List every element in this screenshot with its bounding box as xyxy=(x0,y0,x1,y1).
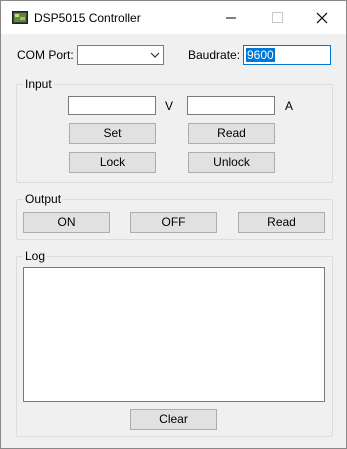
baudrate-field[interactable]: 9600 xyxy=(243,45,331,65)
log-textarea[interactable] xyxy=(23,267,325,402)
minimize-icon xyxy=(226,17,236,19)
baudrate-value: 9600 xyxy=(246,48,275,62)
set-button[interactable]: Set xyxy=(69,123,156,144)
com-port-label: COM Port: xyxy=(17,48,74,62)
com-port-dropdown[interactable] xyxy=(77,45,164,65)
clear-button[interactable]: Clear xyxy=(130,409,217,430)
maximize-icon xyxy=(272,12,283,23)
close-icon xyxy=(316,12,328,24)
current-input[interactable] xyxy=(187,96,275,115)
current-unit: A xyxy=(285,99,294,113)
app-window: DSP5015 Controller COM Port: Baudrate: 9… xyxy=(0,0,347,449)
close-button[interactable] xyxy=(300,1,346,34)
chevron-down-icon xyxy=(150,52,160,58)
title-bar[interactable]: DSP5015 Controller xyxy=(1,1,346,34)
window-title: DSP5015 Controller xyxy=(34,11,141,25)
lock-button[interactable]: Lock xyxy=(69,152,156,173)
output-read-button[interactable]: Read xyxy=(238,212,325,233)
on-button[interactable]: ON xyxy=(23,212,110,233)
voltage-input[interactable] xyxy=(68,96,156,115)
app-monitor-icon xyxy=(12,11,28,24)
minimize-button[interactable] xyxy=(208,1,254,34)
input-read-button[interactable]: Read xyxy=(188,123,275,144)
log-group-title: Log xyxy=(23,249,48,263)
voltage-unit: V xyxy=(165,99,174,113)
baudrate-label: Baudrate: xyxy=(188,48,241,62)
output-group-title: Output xyxy=(23,192,64,206)
unlock-button[interactable]: Unlock xyxy=(188,152,275,173)
maximize-button[interactable] xyxy=(254,1,300,34)
off-button[interactable]: OFF xyxy=(130,212,217,233)
input-group-title: Input xyxy=(23,77,54,91)
